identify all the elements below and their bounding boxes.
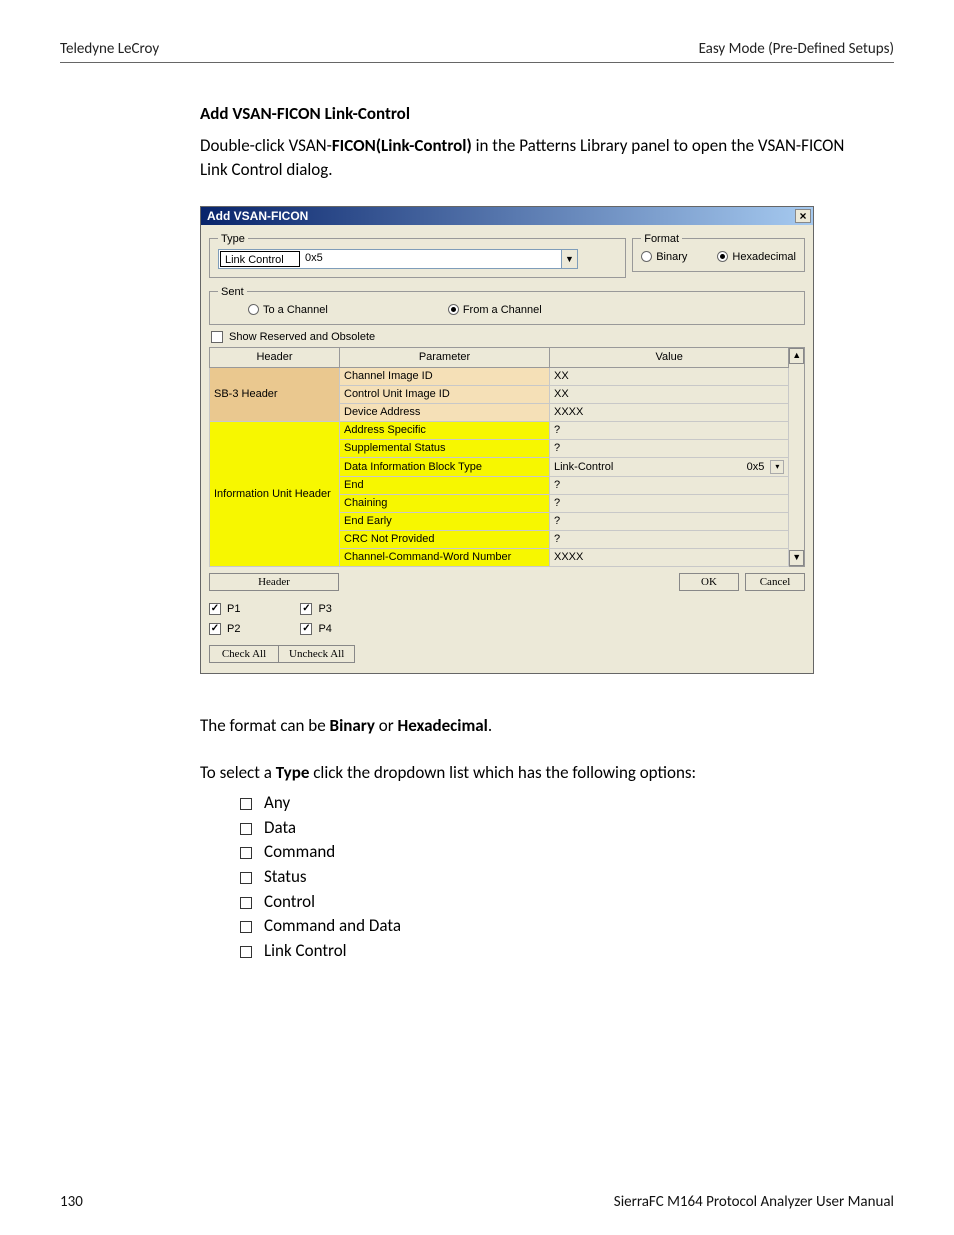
radio-icon bbox=[248, 304, 259, 315]
type-paragraph: To select a Type click the dropdown list… bbox=[200, 761, 874, 785]
parameter-table: Header Parameter Value SB-3 HeaderChanne… bbox=[209, 347, 789, 567]
port-p2-checkbox[interactable]: P2 bbox=[209, 623, 240, 635]
format-binary-radio[interactable]: Binary bbox=[641, 251, 687, 263]
list-item: Command and Data bbox=[240, 914, 874, 939]
scroll-up-icon[interactable]: ▲ bbox=[789, 348, 804, 364]
parameter-cell: Supplemental Status bbox=[340, 439, 550, 457]
parameter-cell: CRC Not Provided bbox=[340, 530, 550, 548]
format-paragraph: The format can be Binary or Hexadecimal. bbox=[200, 714, 874, 738]
header-right: Easy Mode (Pre-Defined Setups) bbox=[699, 40, 894, 58]
radio-icon bbox=[641, 251, 652, 262]
value-cell[interactable]: Link-Control0x5▾ bbox=[550, 457, 789, 476]
checkbox-icon bbox=[300, 623, 312, 635]
value-cell[interactable]: ? bbox=[550, 421, 789, 439]
sent-legend: Sent bbox=[218, 286, 247, 298]
parameter-cell: Data Information Block Type bbox=[340, 457, 550, 476]
value-cell[interactable]: XXXX bbox=[550, 548, 789, 566]
doc-title: SierraFC M164 Protocol Analyzer User Man… bbox=[614, 1193, 894, 1211]
checkbox-icon bbox=[211, 331, 223, 343]
checkbox-icon bbox=[209, 623, 221, 635]
table-row: SB-3 HeaderChannel Image IDXX bbox=[210, 367, 789, 385]
check-all-button[interactable]: Check All bbox=[209, 645, 279, 663]
parameter-cell: End bbox=[340, 476, 550, 494]
chevron-down-icon[interactable]: ▼ bbox=[561, 250, 577, 268]
type-code: 0x5 bbox=[301, 250, 561, 268]
list-item: Data bbox=[240, 816, 874, 841]
port-p4-checkbox[interactable]: P4 bbox=[300, 623, 331, 635]
parameter-cell: End Early bbox=[340, 512, 550, 530]
type-dropdown[interactable]: Link Control 0x5 ▼ bbox=[218, 249, 578, 269]
group-header-cell: Information Unit Header bbox=[210, 421, 340, 566]
ok-button[interactable]: OK bbox=[679, 573, 739, 591]
sent-from-channel-radio[interactable]: From a Channel bbox=[448, 304, 542, 316]
show-reserved-checkbox[interactable]: Show Reserved and Obsolete bbox=[211, 331, 805, 343]
type-legend: Type bbox=[218, 233, 248, 245]
value-cell[interactable]: ? bbox=[550, 439, 789, 457]
section-title: Add VSAN-FICON Link-Control bbox=[200, 103, 874, 124]
parameter-cell: Control Unit Image ID bbox=[340, 385, 550, 403]
close-icon[interactable]: × bbox=[795, 209, 811, 223]
chevron-down-icon[interactable]: ▾ bbox=[770, 460, 784, 474]
type-selected: Link Control bbox=[220, 251, 300, 267]
value-cell[interactable]: XXXX bbox=[550, 403, 789, 421]
value-cell[interactable]: ? bbox=[550, 494, 789, 512]
col-header[interactable]: Header bbox=[210, 347, 340, 367]
type-group: Type Link Control 0x5 ▼ bbox=[209, 233, 626, 278]
port-p1-checkbox[interactable]: P1 bbox=[209, 603, 240, 615]
type-options-list: AnyDataCommandStatusControlCommand and D… bbox=[200, 791, 874, 963]
page-header: Teledyne LeCroy Easy Mode (Pre-Defined S… bbox=[60, 40, 894, 63]
port-p3-checkbox[interactable]: P3 bbox=[300, 603, 331, 615]
table-scrollbar[interactable]: ▲ ▼ bbox=[789, 347, 805, 567]
cancel-button[interactable]: Cancel bbox=[745, 573, 805, 591]
value-cell[interactable]: XX bbox=[550, 385, 789, 403]
checkbox-icon bbox=[300, 603, 312, 615]
value-cell[interactable]: ? bbox=[550, 530, 789, 548]
sent-group: Sent To a Channel From a Channel bbox=[209, 286, 805, 325]
radio-icon bbox=[448, 304, 459, 315]
list-item: Command bbox=[240, 840, 874, 865]
list-item: Control bbox=[240, 890, 874, 915]
format-hex-radio[interactable]: Hexadecimal bbox=[717, 251, 796, 263]
value-cell[interactable]: ? bbox=[550, 476, 789, 494]
col-value[interactable]: Value bbox=[550, 347, 789, 367]
uncheck-all-button[interactable]: Uncheck All bbox=[279, 645, 355, 663]
parameter-cell: Channel-Command-Word Number bbox=[340, 548, 550, 566]
parameter-cell: Address Specific bbox=[340, 421, 550, 439]
page-number: 130 bbox=[60, 1193, 83, 1211]
dialog-title: Add VSAN-FICON bbox=[207, 209, 308, 223]
format-group: Format Binary Hexadecimal bbox=[632, 233, 805, 272]
value-cell[interactable]: ? bbox=[550, 512, 789, 530]
scroll-down-icon[interactable]: ▼ bbox=[789, 550, 804, 566]
group-header-cell: SB-3 Header bbox=[210, 367, 340, 421]
parameter-cell: Device Address bbox=[340, 403, 550, 421]
checkbox-icon bbox=[209, 603, 221, 615]
intro-paragraph: Double-click VSAN-FICON(Link-Control) in… bbox=[200, 134, 874, 182]
header-left: Teledyne LeCroy bbox=[60, 40, 159, 58]
vsan-ficon-dialog: Add VSAN-FICON × Type Link Control 0x5 ▼… bbox=[200, 206, 814, 674]
col-parameter[interactable]: Parameter bbox=[340, 347, 550, 367]
format-legend: Format bbox=[641, 233, 682, 245]
dialog-titlebar: Add VSAN-FICON × bbox=[201, 207, 813, 225]
value-cell[interactable]: XX bbox=[550, 367, 789, 385]
table-row: Information Unit HeaderAddress Specific? bbox=[210, 421, 789, 439]
ports-section: P1 P2 P3 P4 bbox=[209, 603, 805, 635]
list-item: Link Control bbox=[240, 939, 874, 964]
parameter-cell: Channel Image ID bbox=[340, 367, 550, 385]
page-footer: 130 SierraFC M164 Protocol Analyzer User… bbox=[60, 1193, 894, 1211]
list-item: Status bbox=[240, 865, 874, 890]
radio-icon bbox=[717, 251, 728, 262]
header-button[interactable]: Header bbox=[209, 573, 339, 591]
parameter-cell: Chaining bbox=[340, 494, 550, 512]
sent-to-channel-radio[interactable]: To a Channel bbox=[248, 304, 328, 316]
list-item: Any bbox=[240, 791, 874, 816]
